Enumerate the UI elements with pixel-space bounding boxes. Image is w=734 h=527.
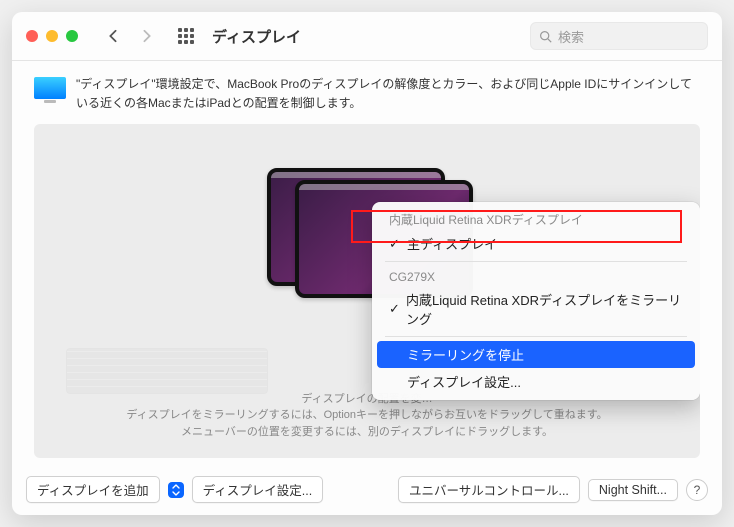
chevron-right-icon	[142, 29, 152, 43]
window-controls	[26, 30, 78, 42]
menu-item-label: 主ディスプレイ	[407, 234, 497, 253]
description-row: "ディスプレイ"環境設定で、MacBook Proのディスプレイの解像度とカラー…	[12, 61, 722, 124]
add-display-menu-button[interactable]	[168, 482, 184, 498]
description-text: "ディスプレイ"環境設定で、MacBook Proのディスプレイの解像度とカラー…	[76, 75, 700, 112]
menu-item-display-settings[interactable]: ディスプレイ設定...	[377, 368, 695, 395]
close-icon[interactable]	[26, 30, 38, 42]
help-button[interactable]: ?	[686, 479, 708, 501]
forward-button	[134, 23, 160, 49]
menu-item-label: ミラーリングを停止	[407, 345, 524, 364]
hint-line2: ディスプレイをミラーリングするには、Optionキーを押しながらお互いをドラッグ…	[34, 407, 700, 424]
show-all-icon[interactable]	[178, 28, 194, 44]
menu-item-main-display[interactable]: ✓ 主ディスプレイ	[377, 230, 695, 257]
menu-item-label: ディスプレイ設定...	[407, 372, 521, 391]
back-button[interactable]	[100, 23, 126, 49]
menu-header-internal: 内蔵Liquid Retina XDRディスプレイ	[377, 207, 695, 230]
titlebar: ディスプレイ 検索	[12, 12, 722, 61]
page-title: ディスプレイ	[212, 26, 301, 47]
universal-control-button[interactable]: ユニバーサルコントロール...	[398, 476, 580, 503]
zoom-icon[interactable]	[66, 30, 78, 42]
menu-separator	[385, 336, 687, 337]
menu-separator	[385, 261, 687, 262]
keyboard-graphic	[66, 348, 268, 394]
chevron-left-icon	[108, 29, 118, 43]
menu-item-stop-mirroring[interactable]: ミラーリングを停止	[377, 341, 695, 368]
menu-item-mirror[interactable]: ✓ 内蔵Liquid Retina XDRディスプレイをミラーリング	[377, 286, 695, 332]
add-display-button[interactable]: ディスプレイを追加	[26, 476, 160, 503]
search-placeholder: 検索	[558, 27, 584, 46]
menu-header-external: CG279X	[377, 266, 695, 286]
display-settings-button[interactable]: ディスプレイ設定...	[192, 476, 324, 503]
night-shift-button[interactable]: Night Shift...	[588, 479, 678, 501]
menu-item-label: 内蔵Liquid Retina XDRディスプレイをミラーリング	[406, 290, 683, 328]
minimize-icon[interactable]	[46, 30, 58, 42]
search-icon	[539, 30, 552, 43]
check-icon: ✓	[389, 236, 401, 252]
arrangement-canvas[interactable]: ディスプレイの配置を変… ディスプレイをミラーリングするには、Optionキーを…	[34, 124, 700, 458]
hint-line3: メニューバーの位置を変更するには、別のディスプレイにドラッグします。	[34, 424, 700, 441]
preferences-window: ディスプレイ 検索 "ディスプレイ"環境設定で、MacBook Proのディスプ…	[12, 12, 722, 515]
updown-icon	[172, 484, 180, 496]
footer: ディスプレイを追加 ディスプレイ設定... ユニバーサルコントロール... Ni…	[12, 468, 722, 515]
check-icon: ✓	[389, 301, 400, 317]
context-menu: 内蔵Liquid Retina XDRディスプレイ ✓ 主ディスプレイ CG27…	[372, 202, 700, 400]
search-input[interactable]: 検索	[530, 22, 708, 50]
display-icon	[34, 77, 66, 99]
